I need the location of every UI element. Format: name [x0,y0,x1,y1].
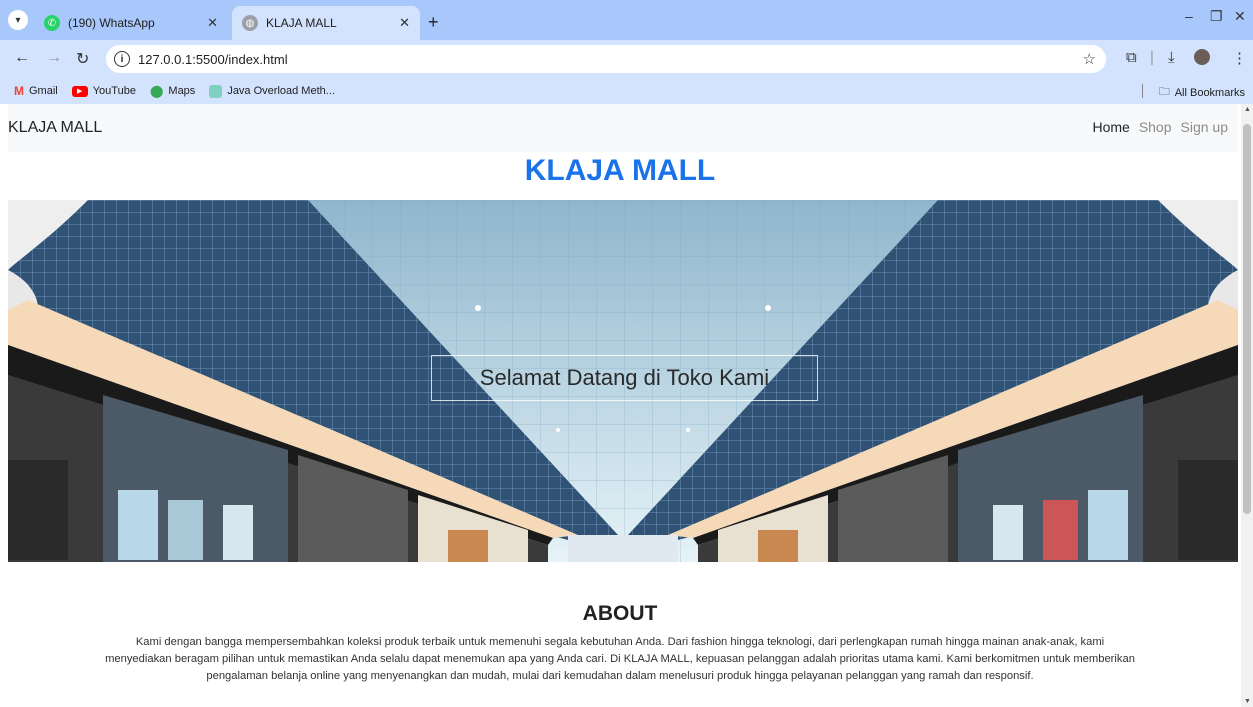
folder-icon: 🗀 [1158,86,1170,98]
bookmark-label: Java Overload Meth... [227,85,335,97]
browser-chrome: ▾ ✆ (190) WhatsApp ✕ ◍ KLAJA MALL ✕ + – … [0,0,1253,104]
back-icon[interactable]: ← [14,49,30,67]
site-info-icon[interactable]: i [114,51,130,67]
tab-strip: ▾ ✆ (190) WhatsApp ✕ ◍ KLAJA MALL ✕ + – … [0,0,1253,40]
page-icon [209,84,223,98]
bookmark-star-icon[interactable]: ☆ [1083,50,1096,68]
bookmark-gmail[interactable]: M Gmail [14,84,58,98]
tab-title: (190) WhatsApp [68,16,155,30]
gmail-icon: M [14,84,24,98]
minimize-icon[interactable]: – [1185,8,1193,24]
bookmark-label: Maps [168,85,196,97]
menu-icon[interactable]: ⋮ [1232,49,1247,67]
bookmarks-divider [1142,84,1143,98]
site-navbar: KLAJA MALL Home Shop Sign up [8,104,1238,152]
nav-shop[interactable]: Shop [1139,119,1172,135]
tab-search-icon[interactable]: ▾ [8,10,28,30]
toolbar-divider: | [1150,49,1154,66]
youtube-icon: ▶ [71,85,88,97]
nav-home[interactable]: Home [1092,119,1129,135]
tab-title: KLAJA MALL [266,16,337,30]
window-close-icon[interactable]: ✕ [1234,8,1246,25]
url-text: 127.0.0.1:5500/index.html [138,51,288,67]
about-paragraph: Kami dengan bangga mempersembahkan kolek… [105,636,1135,682]
address-bar[interactable]: i 127.0.0.1:5500/index.html ☆ [106,45,1106,73]
globe-icon: ◍ [242,15,258,31]
close-icon[interactable]: ✕ [207,15,218,31]
scroll-down-icon[interactable]: ▼ [1244,698,1251,705]
about-heading: ABOUT [582,602,658,625]
restore-icon[interactable]: ❐ [1210,8,1223,25]
site-nav-links: Home Shop Sign up [1083,119,1228,135]
profile-avatar[interactable] [1194,49,1210,69]
site-brand[interactable]: KLAJA MALL [8,119,102,137]
maps-icon: ⬤ [149,84,164,98]
all-bookmarks-button[interactable]: 🗀 All Bookmarks [1159,83,1245,102]
scrollbar-thumb[interactable] [1243,124,1251,514]
extensions-icon[interactable]: ⧉ [1126,49,1137,66]
reload-icon[interactable]: ↻ [76,49,89,69]
whatsapp-icon: ✆ [44,15,60,31]
tab-klaja-mall[interactable]: ◍ KLAJA MALL ✕ [232,6,420,40]
all-bookmarks-label: All Bookmarks [1174,86,1245,99]
download-icon[interactable]: ⤓ [1168,49,1175,66]
hero-banner: Selamat Datang di Toko Kami [8,200,1238,562]
forward-icon[interactable]: → [46,49,62,67]
bookmarks-bar: M Gmail ▶ YouTube ⬤ Maps Java Overload M… [0,78,1253,104]
bookmark-label: Gmail [29,85,58,97]
bookmark-java-overload[interactable]: Java Overload Meth... [209,84,335,98]
hero-caption: Selamat Datang di Toko Kami [431,355,818,401]
bookmark-label: YouTube [92,85,136,97]
nav-sign-up[interactable]: Sign up [1181,119,1228,135]
bookmark-maps[interactable]: ⬤ Maps [150,84,195,98]
page-scrollbar[interactable]: ▲ ▼ [1241,104,1253,707]
tab-whatsapp[interactable]: ✆ (190) WhatsApp ✕ [34,6,228,40]
page-title: KLAJA MALL [524,154,716,187]
scroll-up-icon[interactable]: ▲ [1244,106,1251,113]
bookmark-youtube[interactable]: ▶ YouTube [71,85,136,97]
close-icon[interactable]: ✕ [399,15,410,31]
browser-toolbar: ← → ↻ i 127.0.0.1:5500/index.html ☆ ⧉ | … [0,40,1253,78]
page-viewport: KLAJA MALL Home Shop Sign up KLAJA MALL [0,104,1253,707]
new-tab-button[interactable]: + [428,12,439,33]
